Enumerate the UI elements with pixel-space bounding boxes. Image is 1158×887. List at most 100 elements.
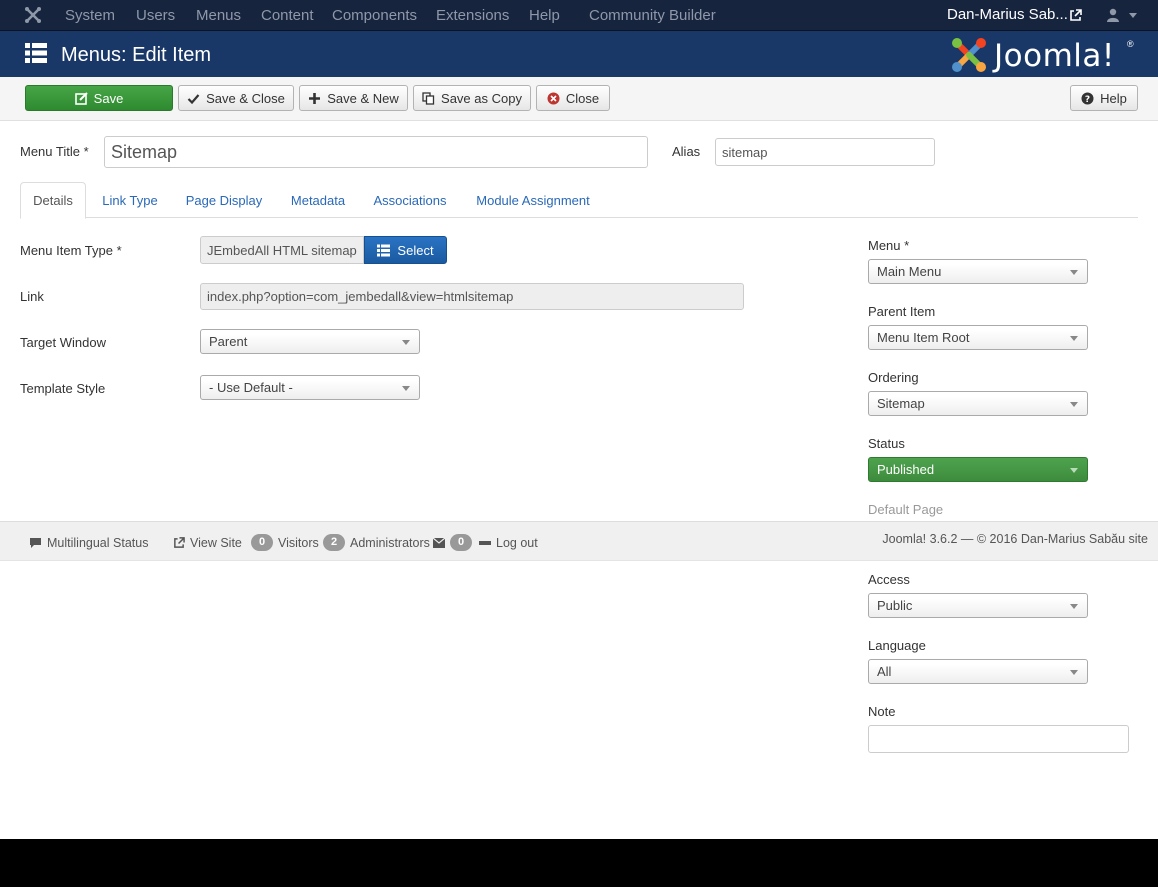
comment-icon xyxy=(30,538,41,548)
logout-link[interactable]: Log out xyxy=(479,536,538,550)
user-menu-icon[interactable] xyxy=(1106,8,1120,22)
tab-module-assignment[interactable]: Module Assignment xyxy=(468,182,598,218)
template-style-select[interactable]: - Use Default - xyxy=(200,375,420,400)
list-icon xyxy=(25,43,47,63)
menu-title-input[interactable]: Sitemap xyxy=(104,136,648,168)
visitors-badge: 0 xyxy=(251,534,273,551)
nav-content[interactable]: Content xyxy=(261,7,314,24)
nav-community-builder[interactable]: Community Builder xyxy=(589,7,716,24)
status-select[interactable]: Published xyxy=(868,457,1088,482)
administrators-badge: 2 xyxy=(323,534,345,551)
cancel-icon xyxy=(547,92,560,104)
alias-label: Alias xyxy=(672,144,701,159)
save-close-button[interactable]: Save & Close xyxy=(178,85,294,111)
menu-item-type-value: JEmbedAll HTML sitemap xyxy=(207,242,357,258)
parent-item-select[interactable]: Menu Item Root xyxy=(868,325,1088,350)
logout-label: Log out xyxy=(496,536,538,550)
view-site-link[interactable]: View Site xyxy=(173,536,242,550)
edit-tabs: Details Link Type Page Display Metadata … xyxy=(20,182,1138,219)
save-copy-button[interactable]: Save as Copy xyxy=(413,85,531,111)
minus-icon xyxy=(479,541,491,545)
parent-item-label: Parent Item xyxy=(868,304,936,319)
chevron-down-icon xyxy=(1070,670,1078,675)
nav-extensions[interactable]: Extensions xyxy=(436,7,509,24)
status-value: Published xyxy=(877,462,935,477)
access-label: Access xyxy=(868,572,910,587)
access-value: Public xyxy=(877,598,913,613)
target-window-select[interactable]: Parent xyxy=(200,329,420,354)
tab-associations[interactable]: Associations xyxy=(364,182,456,218)
link-field: index.php?option=com_jembedall&view=html… xyxy=(200,283,744,310)
language-value: All xyxy=(877,664,892,679)
external-link-icon[interactable] xyxy=(1069,9,1082,22)
access-select[interactable]: Public xyxy=(868,593,1088,618)
save-new-label: Save & New xyxy=(327,90,399,106)
save-new-button[interactable]: Save & New xyxy=(299,85,408,111)
chevron-down-icon xyxy=(1070,336,1078,341)
messages-link[interactable]: 0 xyxy=(433,534,472,551)
close-button[interactable]: Close xyxy=(536,85,610,111)
nav-system[interactable]: System xyxy=(65,7,115,24)
alias-input[interactable]: sitemap xyxy=(715,138,935,166)
nav-help[interactable]: Help xyxy=(529,7,560,24)
copy-icon xyxy=(422,91,435,105)
language-select[interactable]: All xyxy=(868,659,1088,684)
view-site-label: View Site xyxy=(190,536,242,550)
note-input[interactable] xyxy=(868,725,1129,753)
help-button[interactable]: ? Help xyxy=(1070,85,1138,111)
registered-mark: ® xyxy=(1127,39,1134,49)
menu-select[interactable]: Main Menu xyxy=(868,259,1088,284)
menu-item-type-field: JEmbedAll HTML sitemap xyxy=(200,236,364,264)
target-window-value: Parent xyxy=(209,334,248,349)
nav-menus[interactable]: Menus xyxy=(196,7,241,24)
visitors-label: Visitors xyxy=(278,535,319,550)
menu-title-value: Sitemap xyxy=(111,141,178,162)
joomla-wordmark: Joomla! xyxy=(994,38,1115,74)
chevron-down-icon xyxy=(402,340,410,345)
nav-site-link[interactable]: Dan-Marius Sab... xyxy=(947,6,1068,23)
messages-badge: 0 xyxy=(450,534,472,551)
ordering-value: Sitemap xyxy=(877,396,925,411)
chevron-down-icon xyxy=(1070,604,1078,609)
list-icon xyxy=(377,244,391,256)
select-label: Select xyxy=(397,242,434,258)
question-icon: ? xyxy=(1081,92,1094,105)
nav-users[interactable]: Users xyxy=(136,7,175,24)
ordering-select[interactable]: Sitemap xyxy=(868,391,1088,416)
parent-item-value: Menu Item Root xyxy=(877,330,970,345)
visitors-count: 0 Visitors xyxy=(251,534,319,551)
chevron-down-icon[interactable] xyxy=(1129,13,1137,18)
tab-page-display[interactable]: Page Display xyxy=(176,182,272,218)
select-menu-item-type-button[interactable]: Select xyxy=(364,236,447,264)
link-value: index.php?option=com_jembedall&view=html… xyxy=(207,289,514,304)
template-style-value: - Use Default - xyxy=(209,380,293,395)
tab-metadata[interactable]: Metadata xyxy=(282,182,354,218)
multilingual-status-label: Multilingual Status xyxy=(47,536,149,550)
tab-details[interactable]: Details xyxy=(20,182,86,219)
target-window-label: Target Window xyxy=(20,335,106,350)
administrators-label: Administrators xyxy=(350,535,430,550)
chevron-down-icon xyxy=(1070,468,1078,473)
link-label: Link xyxy=(20,289,44,304)
menu-value: Main Menu xyxy=(877,264,942,279)
chevron-down-icon xyxy=(402,386,410,391)
chevron-down-icon xyxy=(1070,270,1078,275)
ordering-label: Ordering xyxy=(868,370,919,385)
save-button[interactable]: Save xyxy=(25,85,173,111)
nav-components[interactable]: Components xyxy=(332,7,417,24)
envelope-icon xyxy=(433,537,445,548)
save-copy-label: Save as Copy xyxy=(441,90,522,106)
default-page-label: Default Page xyxy=(868,502,944,517)
status-label: Status xyxy=(868,436,905,451)
toolbar: Save Save & Close Save & New Save as Cop… xyxy=(0,77,1158,121)
menu-label: Menu * xyxy=(868,238,910,253)
page: System Users Menus Content Components Ex… xyxy=(0,0,1158,839)
chevron-down-icon xyxy=(1070,402,1078,407)
top-navbar: System Users Menus Content Components Ex… xyxy=(0,0,1158,31)
copyright-text: Joomla! 3.6.2 — © 2016 Dan-Marius Sabău … xyxy=(882,532,1148,546)
joomla-nav-icon[interactable] xyxy=(24,6,42,24)
tab-link-type[interactable]: Link Type xyxy=(90,182,170,218)
external-link-icon xyxy=(174,537,185,548)
multilingual-status-link[interactable]: Multilingual Status xyxy=(29,536,148,550)
edit-icon xyxy=(74,91,88,105)
